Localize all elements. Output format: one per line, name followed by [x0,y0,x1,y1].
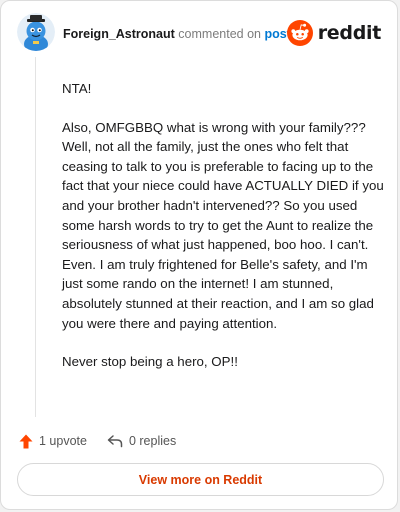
avatar[interactable] [17,13,55,51]
reddit-brand[interactable]: reddit [286,19,382,47]
reply-count: 0 replies [128,434,177,448]
comment-card: Foreign_Astronaut commented on post redd… [0,0,398,510]
comment-paragraph: Never stop being a hero, OP!! [62,354,238,370]
comment-paragraph: Also, OMFGBBQ what is wrong with your fa… [62,119,384,331]
upvote-count: 1 upvote [39,434,87,448]
upvote-button[interactable]: 1 upvote [19,434,87,449]
reddit-logo-icon [286,20,313,46]
comment-actions: 1 upvote 0 replies [19,432,176,450]
reply-button[interactable]: 0 replies [107,434,176,448]
thread-line [35,57,36,417]
avatar-image [17,13,55,51]
comment-header: Foreign_Astronaut commented on post redd… [17,13,383,53]
reddit-wordmark: reddit [317,22,382,44]
byline-action: commented on [174,27,265,41]
upvote-arrow-icon [19,434,33,448]
comment-byline: Foreign_Astronaut commented on post [63,27,291,41]
comment-paragraph: NTA! [62,81,92,96]
view-more-button[interactable]: View more on Reddit [17,463,384,496]
author-username[interactable]: Foreign_Astronaut [63,27,175,41]
reply-arrow-icon [107,435,123,448]
comment-body: NTA! Also, OMFGBBQ what is wrong with yo… [62,79,384,391]
